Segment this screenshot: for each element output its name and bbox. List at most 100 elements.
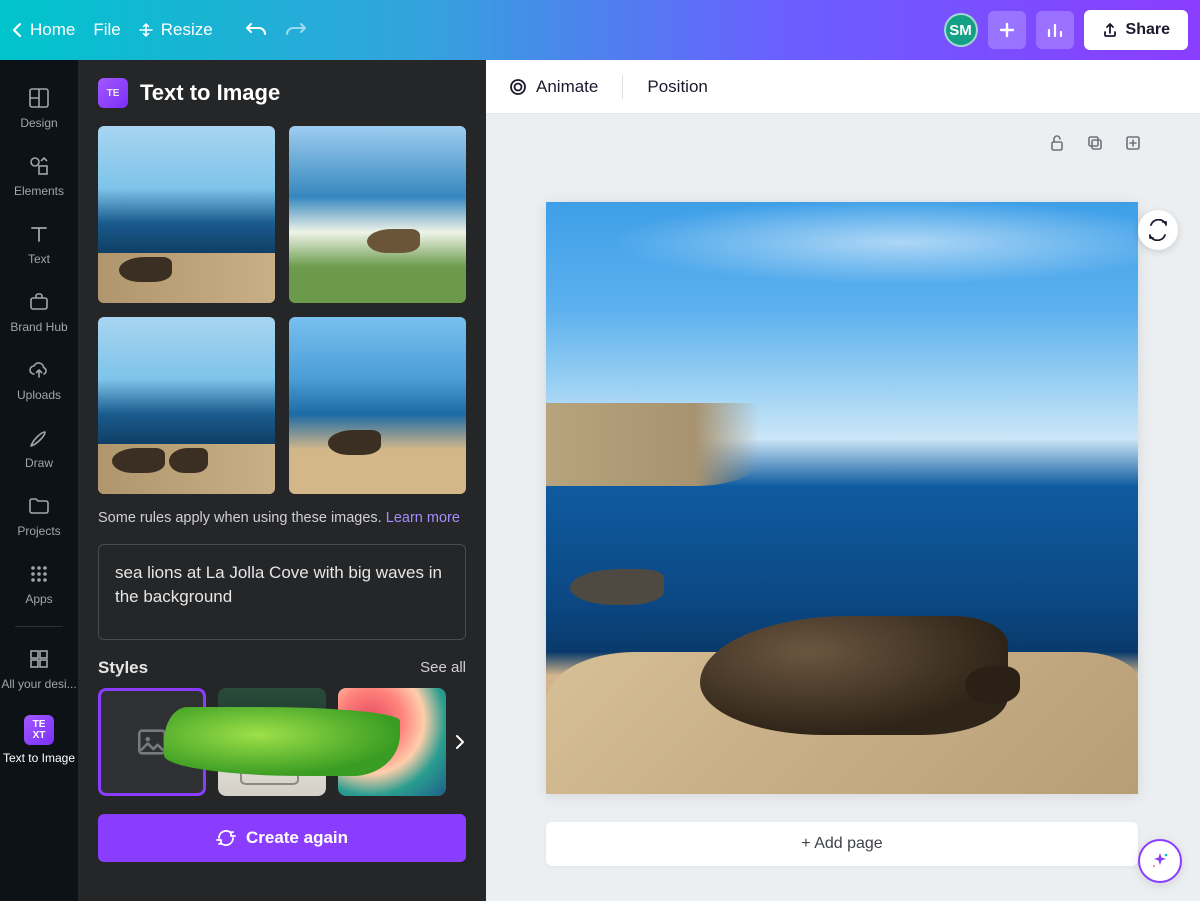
generated-image-4[interactable]: [289, 317, 466, 494]
user-avatar[interactable]: SM: [944, 13, 978, 47]
nav-label: Uploads: [17, 388, 61, 402]
rotate-page-button[interactable]: [1138, 210, 1178, 250]
shapes-icon: [27, 154, 51, 178]
canvas-area[interactable]: + Add page: [486, 114, 1200, 901]
nav-label: All your desi...: [1, 677, 76, 691]
canvas-toolbar: Animate Position: [486, 60, 1200, 114]
share-icon: [1102, 22, 1118, 38]
learn-more-link[interactable]: Learn more: [386, 510, 460, 526]
undo-button[interactable]: [245, 21, 267, 39]
add-member-button[interactable]: [988, 11, 1026, 49]
nav-label: Elements: [14, 184, 64, 198]
text-to-image-icon: TE: [98, 78, 128, 108]
rotate-icon: [1147, 219, 1169, 241]
magic-assistant-button[interactable]: [1138, 839, 1182, 883]
styles-next-button[interactable]: [448, 730, 472, 754]
chevron-right-icon: [455, 734, 465, 750]
nav-design[interactable]: Design: [0, 74, 78, 142]
home-label: Home: [30, 20, 75, 40]
avatar-initials: SM: [949, 22, 972, 39]
styles-row: [98, 688, 466, 796]
analytics-button[interactable]: [1036, 11, 1074, 49]
nav-uploads[interactable]: Uploads: [0, 346, 78, 414]
styles-label: Styles: [98, 658, 148, 678]
text-to-image-icon: TEXT: [24, 715, 54, 745]
styles-header: Styles See all: [98, 658, 466, 678]
canvas-page[interactable]: [546, 202, 1138, 794]
add-page-icon: [1124, 134, 1142, 152]
panel-header: TE Text to Image: [78, 60, 486, 118]
regenerate-icon: [216, 828, 236, 848]
create-again-button[interactable]: Create again: [98, 814, 466, 862]
nav-elements[interactable]: Elements: [0, 142, 78, 210]
plus-icon: [998, 21, 1016, 39]
redo-icon: [285, 21, 307, 39]
pencil-icon: [27, 426, 51, 450]
nav-label: Apps: [25, 592, 52, 606]
nav-projects[interactable]: Projects: [0, 482, 78, 550]
generated-image-2[interactable]: [289, 126, 466, 303]
briefcase-icon: [27, 290, 51, 314]
nav-apps[interactable]: Apps: [0, 550, 78, 618]
nav-label: Design: [20, 116, 57, 130]
grid-icon: [27, 562, 51, 586]
generated-image-3[interactable]: [98, 317, 275, 494]
nav-label: Text to Image: [3, 751, 75, 765]
nav-label: Projects: [17, 524, 60, 538]
add-page-button[interactable]: + Add page: [546, 822, 1138, 866]
sparkle-icon: [1149, 850, 1171, 872]
add-page-label: + Add page: [801, 835, 882, 853]
animate-button[interactable]: Animate: [508, 77, 598, 97]
nav-brand-hub[interactable]: Brand Hub: [0, 278, 78, 346]
share-label: Share: [1126, 21, 1170, 39]
usage-rules-text: Some rules apply when using these images…: [98, 508, 466, 530]
chart-icon: [1046, 21, 1064, 39]
undo-icon: [245, 21, 267, 39]
prompt-input[interactable]: sea lions at La Jolla Cove with big wave…: [98, 544, 466, 640]
separator: [622, 75, 623, 99]
layout-icon: [27, 86, 51, 110]
position-label: Position: [647, 77, 707, 97]
nav-label: Brand Hub: [10, 320, 67, 334]
create-label: Create again: [246, 828, 348, 848]
top-bar: Home File Resize SM Share: [0, 0, 1200, 60]
copy-icon: [1086, 134, 1104, 152]
unlock-button[interactable]: [1046, 132, 1068, 154]
dashboard-icon: [27, 647, 51, 671]
resize-menu[interactable]: Resize: [139, 20, 213, 40]
generated-images-grid: [98, 126, 466, 494]
generated-image-1[interactable]: [98, 126, 275, 303]
file-label: File: [93, 20, 120, 40]
top-right-group: SM Share: [944, 10, 1188, 50]
home-link[interactable]: Home: [12, 20, 75, 40]
page-actions: [1046, 132, 1144, 154]
add-page-icon-button[interactable]: [1122, 132, 1144, 154]
resize-label: Resize: [161, 20, 213, 40]
nav-label: Draw: [25, 456, 53, 470]
nav-rail: Design Elements Text Brand Hub Uploads D…: [0, 60, 78, 901]
nav-text-to-image[interactable]: TEXT Text to Image: [0, 703, 78, 777]
separator: [15, 626, 63, 627]
resize-icon: [139, 23, 153, 37]
nav-all-designs[interactable]: All your desi...: [0, 635, 78, 703]
panel-title: Text to Image: [140, 80, 280, 106]
redo-button[interactable]: [285, 21, 307, 39]
chevron-left-icon: [12, 22, 22, 38]
text-icon: [27, 222, 51, 246]
duplicate-button[interactable]: [1084, 132, 1106, 154]
see-all-link[interactable]: See all: [420, 659, 466, 676]
style-watercolor[interactable]: [338, 688, 446, 796]
top-left-group: Home File Resize: [12, 20, 307, 40]
animate-label: Animate: [536, 77, 598, 97]
file-menu[interactable]: File: [93, 20, 120, 40]
folder-icon: [27, 494, 51, 518]
nav-label: Text: [28, 252, 50, 266]
position-button[interactable]: Position: [647, 77, 707, 97]
cloud-upload-icon: [27, 358, 51, 382]
animate-icon: [508, 77, 528, 97]
share-button[interactable]: Share: [1084, 10, 1188, 50]
unlock-icon: [1048, 134, 1066, 152]
nav-draw[interactable]: Draw: [0, 414, 78, 482]
nav-text[interactable]: Text: [0, 210, 78, 278]
canvas-wrap: Animate Position + Add page: [486, 60, 1200, 901]
